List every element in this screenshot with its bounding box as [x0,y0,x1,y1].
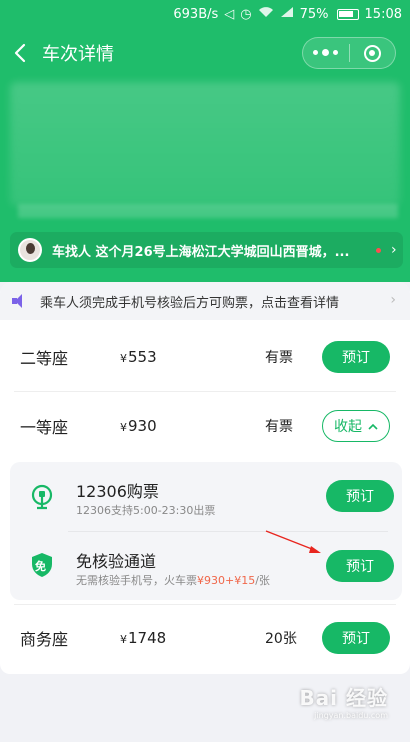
currency-symbol: ¥ [120,421,127,434]
seat-name: 二等座 [20,349,69,368]
speaker-icon [12,294,28,308]
collapse-label: 收起 [334,419,362,435]
alarm-icon: ◷ [240,6,252,22]
channel-no-verify: 免 免核验通道 无需核验手机号，火车票¥930+¥15/张 预订 [10,532,402,600]
watermark-text: Bai 经验 [299,686,388,710]
blurred-info-strip [18,204,398,218]
seat-price: ¥553 [120,348,157,366]
channel-title: 12306购票 [76,482,159,501]
book-button-business-class[interactable]: 预订 [322,622,390,654]
battery-percent: 75% [299,6,329,22]
verification-warning[interactable]: 乘车人须完成手机号核验后方可购票，点击查看详情 › [0,282,410,320]
shield-badge-text: 免 [35,560,46,573]
book-button-12306[interactable]: 预订 [326,480,394,512]
seat-name: 商务座 [20,630,69,649]
more-options-icon[interactable] [303,49,349,56]
channel-title: 免核验通道 [76,552,157,571]
watermark-url: jingyan.baidu.com [314,711,388,720]
row-divider [14,391,396,392]
railway-logo-icon [31,484,53,510]
currency-symbol: ¥ [120,633,127,646]
carpool-notice[interactable]: 车找人 这个月26号上海松江大学城回山西晋城，... › [10,232,403,268]
watermark-logo: Bai 经验 jingyan.baidu.com [299,682,388,720]
book-button-no-verify[interactable]: 预订 [326,550,394,582]
chevron-up-icon [368,423,378,430]
avatar [18,238,42,262]
chevron-right-icon: › [391,242,397,258]
status-bar: 693B/s ◁ ◷ 75% 15:08 [0,0,410,28]
warning-text: 乘车人须完成手机号核验后方可购票，点击查看详情 [40,295,340,311]
book-button-second-class[interactable]: 预订 [322,341,390,373]
price-value: 1748 [128,629,167,647]
mute-icon: ◁ [224,6,235,22]
currency-symbol: ¥ [120,352,127,365]
close-miniprogram-icon[interactable] [349,44,395,62]
network-speed: 693B/s [173,6,219,22]
desc-price-highlight: ¥930+¥15 [197,574,256,587]
unread-dot [376,247,381,253]
notice-text: 车找人 这个月26号上海松江大学城回山西晋城，... [52,244,350,260]
desc-suffix: /张 [255,574,270,587]
blurred-train-info [10,82,400,206]
channel-12306: 12306购票 12306支持5:00-23:30出票 预订 [10,462,402,530]
channel-desc: 无需核验手机号，火车票¥930+¥15/张 [76,572,270,588]
desc-prefix: 无需核验手机号，火车票 [76,574,197,587]
signal-icon [280,6,294,22]
seat-availability: 20张 [265,631,297,647]
seat-row-second-class: 二等座 ¥553 有票 预订 [0,324,410,390]
wifi-icon [258,6,274,22]
channel-desc: 12306支持5:00-23:30出票 [76,504,216,517]
annotation-arrow-icon [265,530,321,553]
seat-availability: 有票 [265,419,293,435]
seat-availability: 有票 [265,350,293,366]
seat-price: ¥930 [120,417,157,435]
seat-row-first-class: 一等座 ¥930 有票 收起 [0,393,410,459]
collapse-button[interactable]: 收起 [322,410,390,442]
seat-row-business-class: 商务座 ¥1748 20张 预订 [0,605,410,671]
price-value: 930 [128,417,157,435]
seat-price: ¥1748 [120,629,166,647]
chevron-right-icon: › [390,292,396,308]
price-value: 553 [128,348,157,366]
clock: 15:08 [364,6,402,22]
battery-icon [336,8,359,20]
back-arrow-icon[interactable] [0,30,40,76]
seat-name: 一等座 [20,418,69,437]
title-bar: 车次详情 [0,30,410,76]
booking-channels-panel: 12306购票 12306支持5:00-23:30出票 预订 免 免核验通道 无… [10,462,402,600]
page-title: 车次详情 [42,44,114,65]
miniprogram-capsule [302,37,396,69]
